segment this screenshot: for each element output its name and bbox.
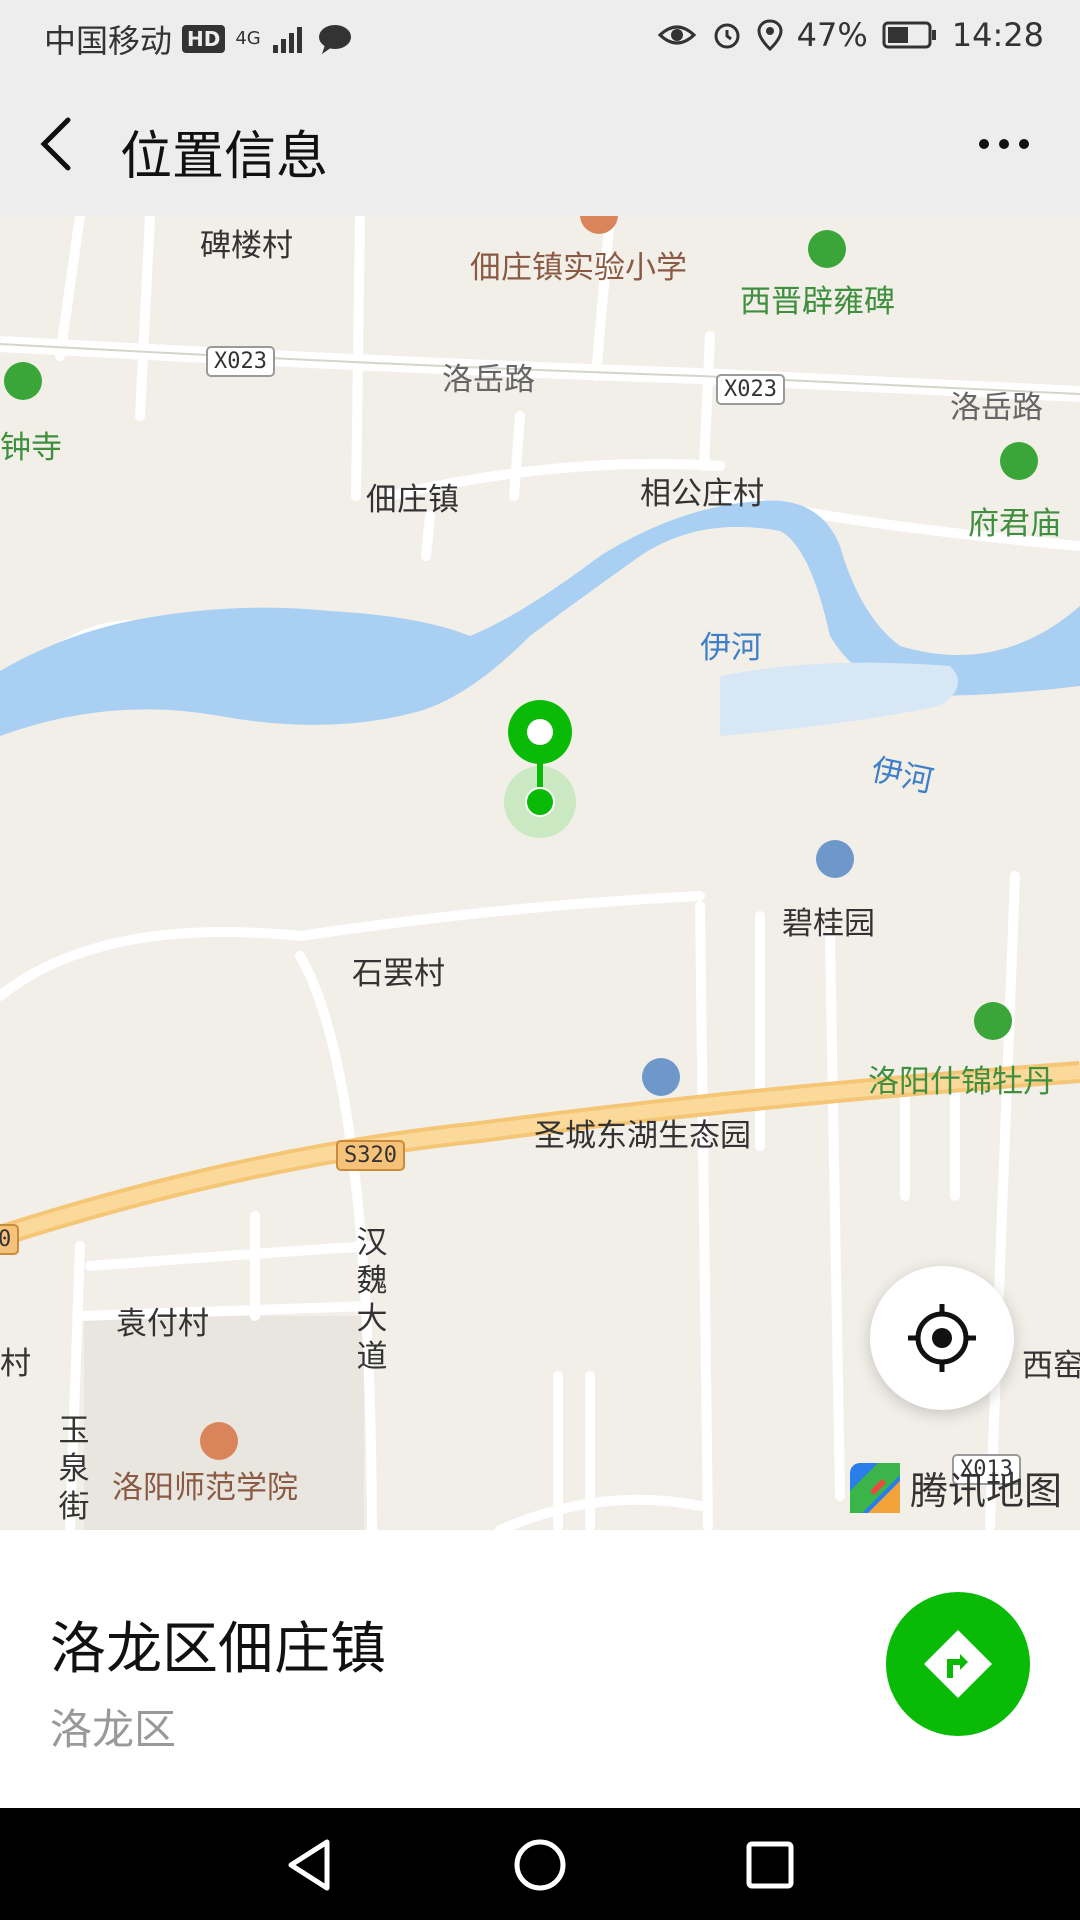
status-bar: 中国移动 HD 4G 47% 14:28 (0, 0, 1080, 72)
map-provider-logo: 腾讯地图 (848, 1460, 1062, 1515)
scenic-poi-icon (808, 230, 846, 268)
map-label-college: 洛阳师范学院 (112, 1470, 298, 1506)
map-label-zhongsi: 钟寺 (0, 430, 62, 466)
map-label-road-luoyue-1: 洛岳路 (442, 362, 535, 398)
map-label-fujun: 府君庙 (968, 506, 1061, 542)
map-label-xijin: 西晋辟雍碑 (740, 284, 895, 320)
crosshair-icon (908, 1304, 976, 1372)
temple-poi-icon (4, 362, 42, 400)
map-view[interactable]: 碑楼村 佃庄镇实验小学 西晋辟雍碑 洛岳路 洛岳路 钟寺 佃庄镇 相公庄村 府君… (0, 216, 1080, 1530)
battery-percent: 47% (796, 16, 868, 54)
system-navigation-bar (0, 1808, 1080, 1920)
nav-back-icon[interactable] (275, 1830, 345, 1900)
road-shield-s320-edge: 0 (0, 1224, 20, 1255)
page-title: 位置信息 (120, 127, 329, 187)
location-pin-icon (757, 19, 783, 51)
park-poi-icon (642, 1058, 680, 1096)
map-label-xiyao: 西窑 (1022, 1348, 1080, 1384)
map-label-yuanfu: 袁付村 (116, 1306, 209, 1342)
map-label-shengcheng: 圣城东湖生态园 (534, 1118, 751, 1154)
clock-time: 14:28 (951, 16, 1044, 54)
back-arrow-icon[interactable] (26, 112, 90, 176)
map-label-xianggong: 相公庄村 (640, 476, 764, 512)
map-label-mudan: 洛阳什锦牡丹 (868, 1064, 1054, 1100)
eye-icon (657, 25, 696, 45)
temple-poi-icon-2 (1000, 442, 1038, 480)
location-district: 洛龙区 (50, 1705, 177, 1754)
map-label-yihe-1: 伊河 (700, 630, 762, 666)
map-label-dianzhuang: 佃庄镇 (366, 482, 459, 518)
location-info-panel: 洛龙区佃庄镇 洛龙区 (0, 1530, 1080, 1808)
chat-bubble-icon (318, 25, 351, 54)
road-shield-x023-b: X023 (716, 374, 785, 405)
school-poi-icon (200, 1422, 238, 1460)
map-label-yuquan: 玉泉街 (58, 1413, 90, 1525)
leaf-poi-icon (974, 1002, 1012, 1040)
alarm-icon (714, 23, 740, 49)
nav-home-icon[interactable] (505, 1830, 575, 1900)
map-label-beilou: 碑楼村 (200, 228, 293, 264)
app-bar: 位置信息 (0, 72, 1080, 216)
signal-icon (272, 27, 302, 53)
road-shield-x023-a: X023 (206, 346, 275, 377)
network-type: 4G (235, 28, 261, 49)
more-options-icon[interactable] (964, 112, 1044, 176)
map-label-hanwei: 汉魏大道 (356, 1225, 388, 1375)
nav-recents-icon[interactable] (735, 1830, 805, 1900)
battery-icon (882, 21, 936, 49)
map-label-bigui: 碧桂园 (782, 906, 875, 942)
tencent-map-logo-icon (850, 1462, 900, 1513)
map-label-road-luoyue-2: 洛岳路 (950, 390, 1043, 426)
home-poi-icon (816, 840, 854, 878)
hd-badge: HD (182, 25, 226, 53)
map-label-cun-left: 村 (0, 1346, 31, 1382)
map-label-shiba: 石罢村 (352, 956, 445, 992)
carrier-label: 中国移动 (44, 22, 173, 60)
navigation-diamond-icon (924, 1630, 992, 1698)
map-label-school: 佃庄镇实验小学 (470, 250, 687, 286)
location-name: 洛龙区佃庄镇 (50, 1617, 386, 1682)
my-location-button[interactable] (870, 1266, 1014, 1410)
map-provider-name: 腾讯地图 (910, 1469, 1063, 1513)
road-shield-s320: S320 (336, 1140, 405, 1171)
navigate-button[interactable] (886, 1592, 1030, 1736)
